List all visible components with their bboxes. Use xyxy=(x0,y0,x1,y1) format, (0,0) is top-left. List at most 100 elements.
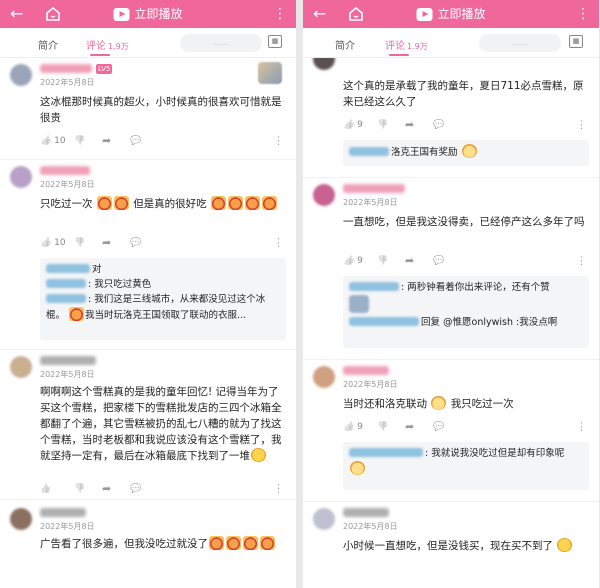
comment-item: 这个真的是承载了我的童年，夏日711必点雪糕，原来已经这么久了 9 洛克王国有奖… xyxy=(303,58,599,178)
reply-username[interactable] xyxy=(46,279,86,288)
comment-date: 2022年5月8日 xyxy=(40,180,95,189)
share-icon[interactable] xyxy=(102,134,111,149)
thumb-down-icon[interactable] xyxy=(74,482,85,496)
tabs-bar: 简介 评论 1.9万 …… ▦ xyxy=(303,28,599,58)
reply-box[interactable]: 洛克王国有奖励 xyxy=(343,140,589,166)
reply-icon[interactable] xyxy=(130,236,141,250)
calendar-icon[interactable]: ▦ xyxy=(569,35,583,48)
reply-icon[interactable] xyxy=(433,420,444,434)
comment-text: 当时还和洛克联动 我只吃过一次 xyxy=(343,396,587,412)
reply-box[interactable]: 对 : 我只吃过黄色 : 我们这是三线城市，从来都没见过这个冰棍。 我当时玩洛克… xyxy=(40,258,286,340)
reply-icon[interactable] xyxy=(433,118,444,132)
share-icon[interactable] xyxy=(405,254,414,269)
more-options-icon[interactable] xyxy=(273,134,284,149)
thumb-down-icon[interactable] xyxy=(377,118,388,132)
play-now-button[interactable]: 立即播放 xyxy=(113,4,183,24)
reply-line: : 我就说我没吃过但是却有印象呢 xyxy=(349,446,583,461)
reply-icon[interactable] xyxy=(130,134,141,148)
reply-box[interactable]: : 两秒钟看着你出来评论，还有个赞 回复 @惟愿onlywish :我没点啊 xyxy=(343,276,589,348)
thumb-down-icon[interactable] xyxy=(377,420,388,434)
comment-date: 2022年5月8日 xyxy=(343,380,398,389)
more-options-icon[interactable] xyxy=(273,482,284,497)
tab-comments[interactable]: 评论 1.9万 xyxy=(385,37,428,52)
comment-text-part: 啊啊啊这个雪糕真的是我的童年回忆! 记得当年为了买这个雪糕，把家楼下的雪糕批发店… xyxy=(40,386,282,462)
reply-username[interactable] xyxy=(349,147,389,156)
comment-text: 小时候一直想吃，但是没钱买，现在买不到了 xyxy=(343,538,587,554)
username[interactable] xyxy=(40,508,86,517)
reply-username[interactable] xyxy=(46,294,86,303)
username[interactable] xyxy=(343,184,405,193)
comment-text-part: 只吃过一次 xyxy=(40,198,93,210)
emoji-icon xyxy=(69,307,85,321)
like-button[interactable]: 9 xyxy=(343,254,363,268)
home-icon[interactable] xyxy=(44,5,62,23)
comment-date: 2022年5月8日 xyxy=(40,522,95,531)
reply-icon[interactable] xyxy=(433,254,444,268)
thumb-down-icon[interactable] xyxy=(74,236,85,250)
more-options-icon[interactable] xyxy=(576,254,587,269)
username[interactable] xyxy=(40,356,96,365)
thumb-down-icon[interactable] xyxy=(74,134,85,148)
avatar[interactable] xyxy=(10,508,32,530)
reply-box[interactable]: : 我就说我没吃过但是却有印象呢 xyxy=(343,442,589,490)
more-options-icon[interactable] xyxy=(273,236,284,251)
share-icon[interactable] xyxy=(102,236,111,251)
back-arrow-icon[interactable]: ← xyxy=(313,3,326,25)
more-icon[interactable]: ⋮ xyxy=(576,4,591,24)
like-button[interactable]: 9 xyxy=(343,118,363,132)
home-icon[interactable] xyxy=(347,5,365,23)
comment-text: 这个真的是承载了我的童年，夏日711必点雪糕，原来已经这么久了 xyxy=(343,80,584,108)
avatar[interactable] xyxy=(313,508,335,530)
comment-text: 广告看了很多遍，但我没吃过就没了 xyxy=(40,536,284,552)
tab-comments-label: 评论 xyxy=(86,41,106,52)
thumb-down-icon[interactable] xyxy=(377,254,388,268)
reply-username[interactable] xyxy=(349,448,423,457)
play-icon xyxy=(113,7,130,21)
reply-text: 对 xyxy=(92,264,102,275)
username[interactable] xyxy=(40,64,92,73)
more-icon[interactable]: ⋮ xyxy=(273,4,288,24)
danmaku-input[interactable]: …… xyxy=(180,34,262,52)
avatar[interactable] xyxy=(313,184,335,206)
username[interactable] xyxy=(40,166,90,175)
username[interactable] xyxy=(343,508,389,517)
emoji-icon xyxy=(350,461,365,475)
username[interactable] xyxy=(343,366,389,375)
like-button[interactable]: 10 xyxy=(40,236,66,250)
share-icon[interactable] xyxy=(405,118,414,133)
comment-text-part: 我只吃过一次 xyxy=(450,398,514,410)
thumb-up-icon[interactable] xyxy=(40,482,51,496)
calendar-icon[interactable]: ▦ xyxy=(268,35,282,48)
thumb-up-icon xyxy=(343,120,354,130)
share-icon[interactable] xyxy=(405,420,414,435)
tab-intro[interactable]: 简介 xyxy=(335,37,355,52)
back-arrow-icon[interactable]: ← xyxy=(10,3,23,25)
avatar[interactable] xyxy=(10,166,32,188)
tab-comments[interactable]: 评论 1.9万 xyxy=(86,37,129,52)
more-options-icon[interactable] xyxy=(576,420,587,435)
share-icon[interactable] xyxy=(102,482,111,497)
comment-date: 2022年5月8日 xyxy=(40,78,95,87)
reply-icon[interactable] xyxy=(130,482,141,496)
reply-text: : 我就说我没吃过但是却有印象呢 xyxy=(425,448,565,459)
comment-date: 2022年5月8日 xyxy=(343,198,398,207)
avatar[interactable] xyxy=(10,64,32,86)
comment-actions: 9 xyxy=(343,420,587,434)
emoji-icon xyxy=(431,396,447,410)
avatar[interactable] xyxy=(10,356,32,378)
reply-text: : 我只吃过黄色 xyxy=(88,279,152,290)
left-screenshot-panel: ← 立即播放 ⋮ 简介 评论 1.9万 …… ▦ LV5 2022年5月8日 这冰… xyxy=(0,0,296,588)
danmaku-input[interactable]: …… xyxy=(479,34,561,52)
comment-text: 一直想吃，但是我这没得卖，已经停产这么多年了吗 xyxy=(343,216,585,228)
reply-username[interactable] xyxy=(349,317,419,326)
avatar[interactable] xyxy=(313,366,335,388)
avatar[interactable] xyxy=(313,58,335,70)
play-now-button[interactable]: 立即播放 xyxy=(416,4,486,24)
reply-username[interactable] xyxy=(349,282,399,291)
like-button[interactable]: 10 xyxy=(40,134,66,148)
reply-username[interactable] xyxy=(46,264,90,273)
tab-intro[interactable]: 简介 xyxy=(38,37,58,52)
like-button[interactable]: 9 xyxy=(343,420,363,434)
like-count: 9 xyxy=(357,422,363,432)
more-options-icon[interactable] xyxy=(576,118,587,133)
